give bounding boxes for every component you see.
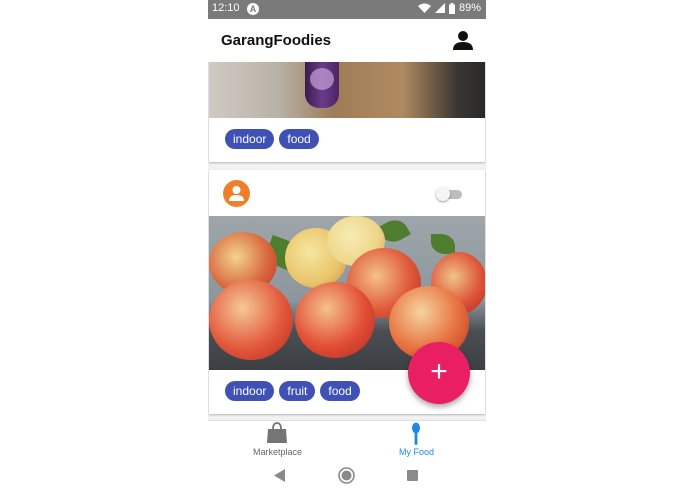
home-icon[interactable] [338,467,355,484]
food-card[interactable]: indoor food [209,62,485,162]
add-food-button[interactable]: + [408,342,470,404]
tag-chip[interactable]: food [320,381,360,401]
app-bar: GarangFoodies [208,19,486,62]
tag-list: indoor fruit food [225,381,360,401]
system-nav-bar [208,457,486,494]
avatar[interactable] [223,180,250,207]
battery-icon [448,2,455,14]
back-icon[interactable] [274,469,285,482]
leaf-image [431,234,455,254]
tag-chip[interactable]: indoor [225,129,275,149]
recents-icon[interactable] [407,470,418,481]
battery-percent: 89% [458,2,481,14]
bottle-label-image [310,68,334,90]
spoon-icon [412,422,420,445]
tag-chip[interactable]: indoor [225,381,275,401]
phone-screen: 12:10 A 89% GarangFoodies indoor food in… [208,0,486,494]
visibility-toggle[interactable] [436,187,464,201]
nav-marketplace[interactable]: Marketplace [208,421,347,458]
wifi-icon [417,3,431,13]
person-icon [229,186,244,201]
signal-icon [434,3,445,13]
bottom-nav: Marketplace My Food [208,420,486,458]
apple-image [295,282,375,358]
food-photo [209,62,485,118]
status-bar: 12:10 A 89% [208,0,486,19]
nav-my-food[interactable]: My Food [347,421,486,458]
tag-chip[interactable]: food [279,129,319,149]
toggle-thumb [436,187,450,201]
tag-list: indoor food [225,129,319,149]
app-title: GarangFoodies [221,32,332,49]
nav-label: Marketplace [252,447,303,457]
tag-chip[interactable]: fruit [279,381,316,401]
status-indicators: 89% [417,2,481,14]
notification-icon: A [247,3,259,15]
nav-label: My Food [398,447,434,457]
shopping-bag-icon [267,422,287,443]
status-time: 12:10 [212,2,240,14]
apple-image [209,280,293,360]
person-icon[interactable] [452,29,474,51]
